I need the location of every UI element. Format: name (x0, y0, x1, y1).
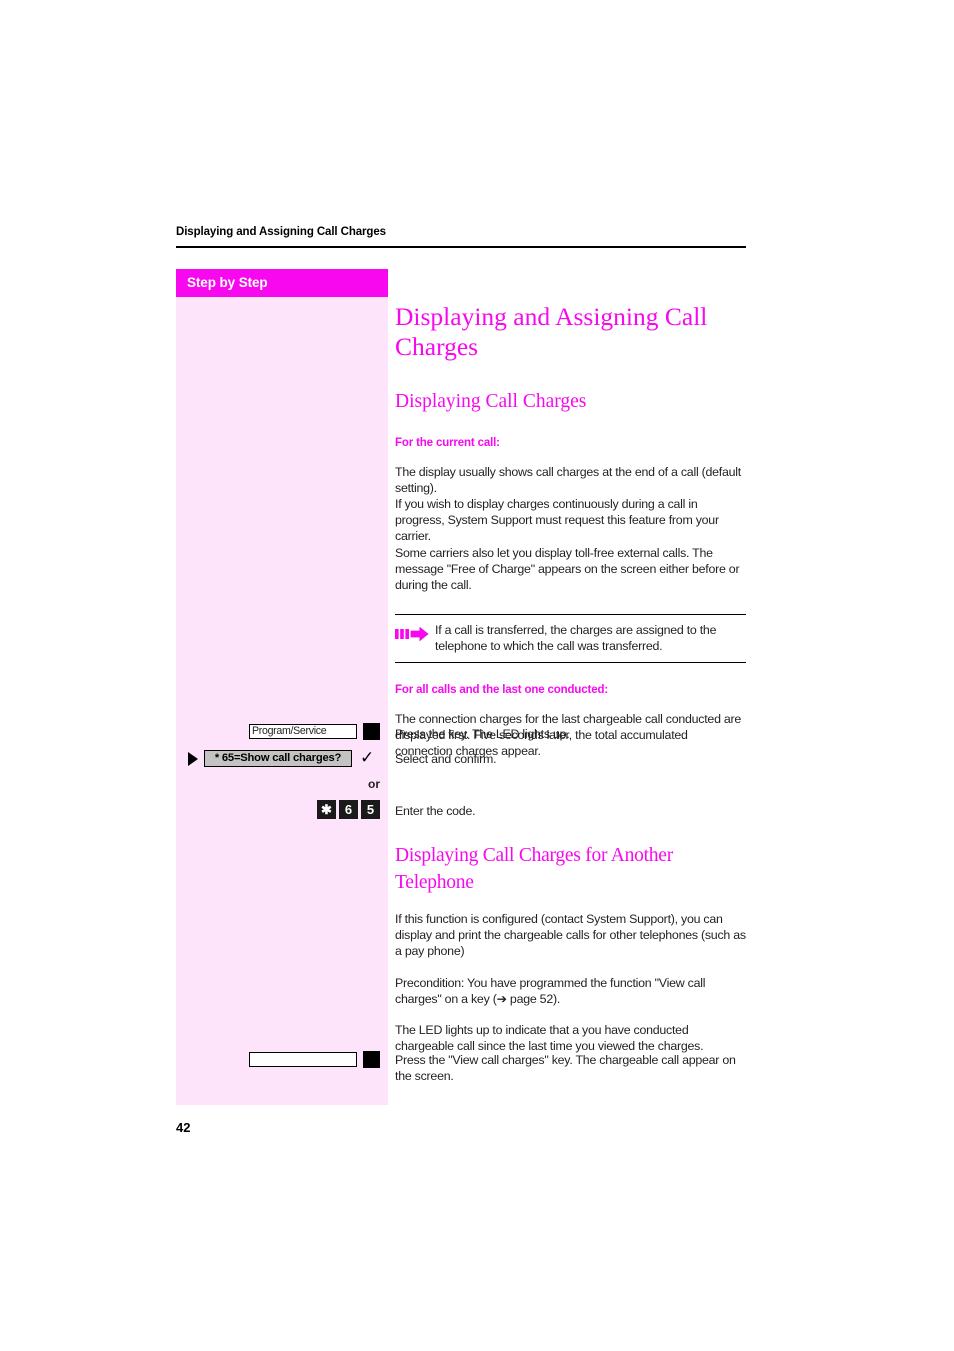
paragraph-led-indicates: The LED lights up to indicate that a you… (395, 1023, 704, 1054)
precondition-post: page 52). (506, 991, 561, 1006)
document-page: Displaying and Assigning Call Charges St… (0, 0, 954, 1351)
note-arrow-icon (395, 622, 435, 647)
step-instruction-enter-code: Enter the code. (395, 804, 476, 818)
running-header: Displaying and Assigning Call Charges (176, 226, 386, 238)
confirm-check-icon[interactable]: ✓ (360, 750, 374, 767)
step-show-call-charges[interactable]: * 65=Show call charges? ✓ (176, 750, 388, 767)
paragraph-current-call: The display usually shows call charges a… (395, 464, 741, 592)
section-heading-another-telephone: Displaying Call Charges for Another Tele… (395, 845, 673, 893)
keycap-five[interactable]: 5 (361, 800, 380, 819)
page-ref-arrow-icon: ➔ (496, 990, 507, 1006)
step-view-call-charges-key[interactable] (176, 1051, 388, 1068)
step-instruction-press-view-call-charges: Press the "View call charges" key. The c… (395, 1053, 736, 1084)
paragraph-another-telephone-intro: If this function is configured (contact … (395, 912, 746, 959)
section2-block: Displaying Call Charges for Another Tele… (395, 843, 746, 1054)
step-program-service-key[interactable]: Program/Service (176, 723, 388, 740)
paragraph-precondition: Precondition: You have programmed the fu… (395, 975, 746, 1007)
note-text: If a call is transferred, the charges ar… (435, 623, 717, 654)
step-instruction-select-confirm: Select and confirm. (395, 752, 497, 766)
page-title: Displaying and Assigning Call Charges (395, 302, 708, 361)
nav-triangle-icon (188, 751, 198, 766)
keycap-six[interactable]: 6 (339, 800, 358, 819)
keycap-star[interactable]: ✱ (317, 800, 336, 819)
subheading-for-all-calls: For all calls and the last one conducted… (395, 683, 609, 696)
step-by-step-sidebar: Step by Step (176, 269, 388, 1105)
page-number: 42 (176, 1120, 191, 1135)
black-led-icon (363, 723, 380, 740)
header-divider (176, 246, 746, 248)
display-field-show-call-charges[interactable]: * 65=Show call charges? (204, 750, 352, 767)
section-heading-displaying-call-charges: Displaying Call Charges (395, 391, 587, 412)
step-enter-code-keys[interactable]: ✱ 6 5 (176, 800, 388, 819)
main-content: Displaying and Assigning Call Charges Di… (395, 269, 746, 759)
sidebar-title: Step by Step (176, 269, 388, 297)
key-label-program-service[interactable]: Program/Service (249, 724, 357, 739)
subheading-for-current-call: For the current call: (395, 436, 500, 449)
note-box: If a call is transferred, the charges ar… (395, 614, 746, 663)
black-led-icon (363, 1051, 380, 1068)
or-separator: or (368, 777, 380, 791)
key-label-view-call-charges[interactable] (249, 1052, 357, 1067)
step-instruction-press-key: Press the key. The LED lights up. (395, 727, 570, 741)
